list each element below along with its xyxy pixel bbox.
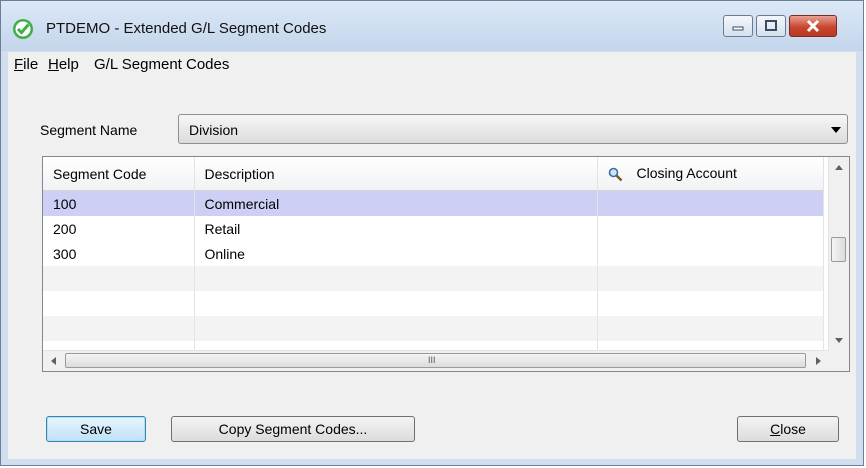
table-row[interactable]: 300 Online (43, 241, 824, 266)
maximize-button[interactable] (756, 15, 786, 37)
menu-help-label: elp (58, 56, 79, 73)
scroll-down-arrow-icon[interactable] (835, 338, 843, 343)
cell-description[interactable] (194, 291, 598, 316)
scrollbar-corner (829, 351, 849, 371)
vertical-scrollbar[interactable] (828, 157, 849, 351)
cell-closing-account[interactable] (597, 291, 824, 316)
cell-segment-code[interactable] (43, 291, 195, 316)
window-close-button[interactable] (789, 15, 837, 37)
app-shield-icon (13, 19, 33, 39)
cell-segment-code[interactable] (43, 266, 195, 291)
cell-closing-account[interactable] (597, 190, 824, 216)
cell-description[interactable]: Retail (194, 216, 598, 241)
table-row[interactable] (43, 266, 824, 291)
vertical-scroll-thumb[interactable] (831, 237, 846, 262)
maximize-icon (765, 20, 777, 31)
menu-bar: File Help G/L Segment Codes (8, 52, 856, 77)
grid-header-row: Segment Code Description Closing Account (43, 157, 824, 191)
cell-description[interactable] (194, 316, 598, 341)
horizontal-scroll-thumb[interactable]: III (65, 353, 806, 368)
segment-name-value: Division (189, 122, 239, 138)
close-button-accel: C (770, 421, 781, 437)
cell-closing-account[interactable] (597, 266, 824, 291)
menu-file-accel: F (14, 56, 24, 73)
table-row[interactable]: 100 Commercial (43, 190, 824, 216)
scroll-up-arrow-icon[interactable] (835, 165, 843, 170)
scroll-left-arrow-icon[interactable] (51, 357, 56, 365)
column-header-segment-code[interactable]: Segment Code (43, 157, 195, 191)
column-header-description[interactable]: Description (194, 157, 598, 191)
menu-help-accel: H (48, 56, 59, 73)
table-row[interactable] (43, 291, 824, 316)
close-button-label: lose (780, 421, 806, 437)
segment-name-label: Segment Name (40, 122, 138, 138)
save-button[interactable]: Save (46, 416, 146, 442)
scroll-grip: III (428, 355, 436, 365)
application-window: PTDEMO - Extended G/L Segment Codes File… (0, 0, 864, 466)
closing-account-header-label: Closing Account (636, 165, 737, 182)
menu-file[interactable]: File (14, 56, 38, 73)
minimize-icon (732, 26, 744, 31)
cell-segment-code[interactable] (43, 316, 195, 341)
segment-codes-grid[interactable]: Segment Code Description Closing Account… (42, 156, 850, 372)
cell-segment-code[interactable]: 200 (43, 216, 195, 241)
title-bar[interactable]: PTDEMO - Extended G/L Segment Codes (1, 1, 863, 51)
menu-help[interactable]: Help (48, 56, 79, 73)
cell-closing-account[interactable] (597, 216, 824, 241)
table-row[interactable] (43, 316, 824, 341)
close-icon (806, 19, 820, 33)
scroll-right-arrow-icon[interactable] (816, 357, 821, 365)
segment-name-dropdown[interactable]: Division (178, 114, 848, 144)
cell-description[interactable]: Online (194, 241, 598, 266)
lookup-magnifier-icon[interactable] (608, 167, 623, 182)
cell-description[interactable]: Commercial (194, 190, 598, 216)
copy-segment-codes-button[interactable]: Copy Segment Codes... (171, 416, 415, 442)
cell-closing-account[interactable] (597, 241, 824, 266)
chevron-down-icon (831, 127, 841, 133)
segment-codes-table: Segment Code Description Closing Account… (43, 157, 824, 366)
dialog-body: Segment Name Division Segment Code Descr… (8, 76, 856, 459)
menu-gl-segment-codes[interactable]: G/L Segment Codes (94, 56, 229, 73)
table-row[interactable]: 200 Retail (43, 216, 824, 241)
horizontal-scrollbar[interactable]: III (43, 350, 829, 371)
cell-closing-account[interactable] (597, 316, 824, 341)
cell-segment-code[interactable]: 300 (43, 241, 195, 266)
window-title: PTDEMO - Extended G/L Segment Codes (46, 20, 327, 37)
column-header-closing-account[interactable]: Closing Account (597, 157, 824, 191)
minimize-button[interactable] (723, 15, 753, 37)
cell-segment-code[interactable]: 100 (43, 190, 195, 216)
menu-file-label: ile (23, 56, 39, 73)
close-button[interactable]: Close (737, 416, 839, 442)
cell-description[interactable] (194, 266, 598, 291)
